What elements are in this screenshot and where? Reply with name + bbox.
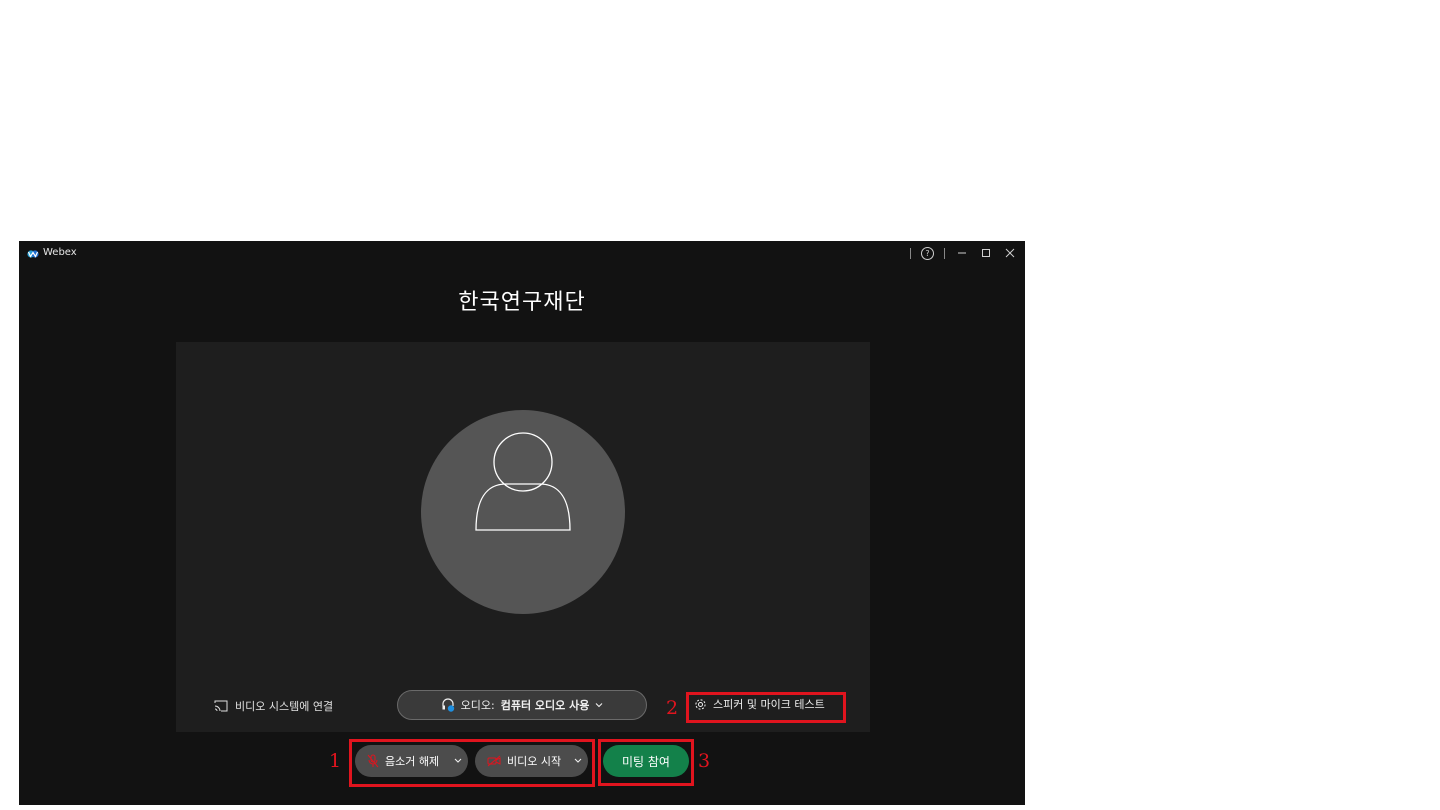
- video-preview: 비디오 시스템에 연결 오디오: 컴퓨터 오디오 사용 스피커 및 마이크 테스…: [176, 342, 870, 732]
- divider: [910, 247, 911, 259]
- audio-value: 컴퓨터 오디오 사용: [500, 699, 590, 712]
- annotation-number-2: 2: [666, 697, 679, 719]
- cast-icon: [214, 700, 228, 712]
- help-icon[interactable]: ?: [921, 246, 934, 260]
- minimize-button[interactable]: [955, 246, 969, 260]
- highlight-box-join: [598, 739, 694, 786]
- maximize-icon: [982, 249, 990, 257]
- window-controls: ?: [910, 246, 1017, 260]
- maximize-button[interactable]: [979, 246, 993, 260]
- highlight-box-speaker-test: [686, 692, 846, 723]
- app-name: Webex: [43, 247, 77, 258]
- audio-select[interactable]: 오디오: 컴퓨터 오디오 사용: [397, 690, 647, 720]
- highlight-box-audio-video: [349, 739, 595, 787]
- minimize-icon: [958, 252, 966, 254]
- avatar: [421, 410, 625, 614]
- close-icon: [1005, 248, 1015, 258]
- video-system-label: 비디오 시스템에 연결: [235, 700, 334, 713]
- webex-window: Webex ? 한국연구재단 비디오 시스템에 연결 오디오: 컴퓨터 오디오 …: [19, 241, 1025, 805]
- divider: [944, 247, 945, 259]
- chevron-down-icon: [595, 703, 603, 708]
- annotation-number-1: 1: [329, 750, 342, 772]
- annotation-number-3: 3: [698, 750, 711, 772]
- connect-video-system-button[interactable]: 비디오 시스템에 연결: [214, 698, 333, 714]
- close-button[interactable]: [1003, 246, 1017, 260]
- audio-prefix: 오디오:: [460, 699, 495, 712]
- webex-logo-icon: [27, 250, 39, 258]
- headset-icon: [442, 698, 454, 712]
- meeting-title: 한국연구재단: [458, 290, 586, 315]
- person-icon: [475, 432, 571, 531]
- titlebar: Webex ?: [19, 241, 1025, 267]
